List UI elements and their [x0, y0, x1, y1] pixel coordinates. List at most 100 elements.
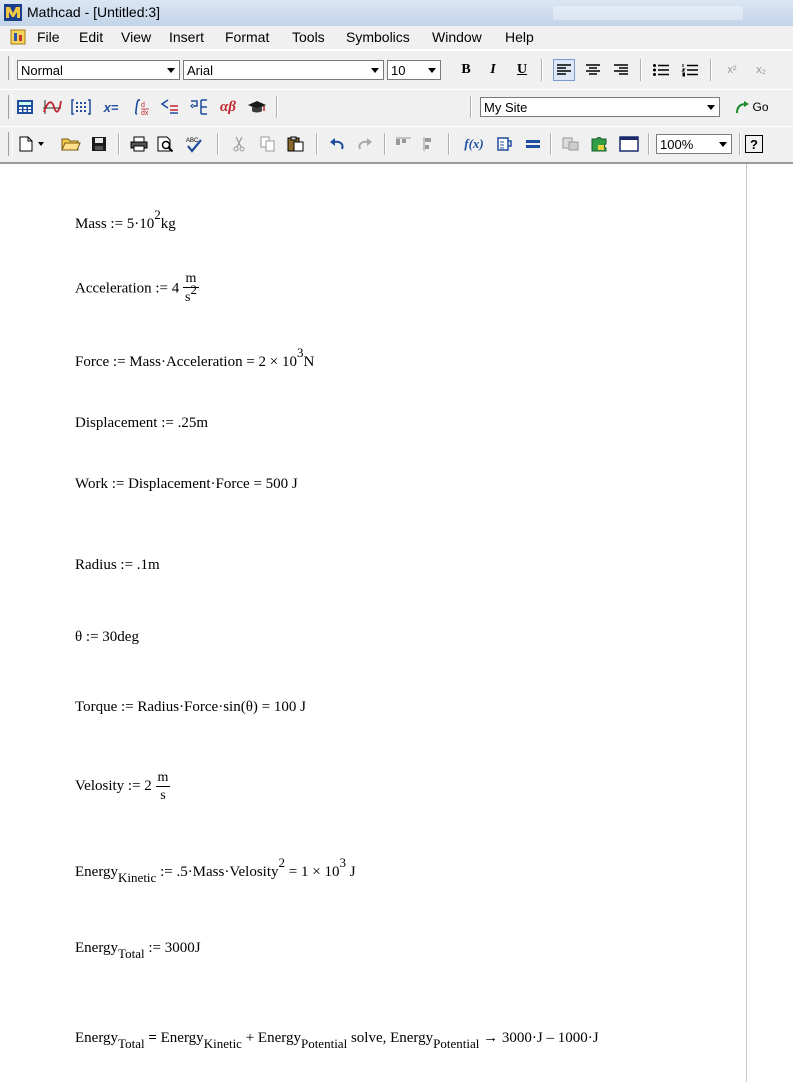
new-dropdown-button[interactable] — [35, 133, 47, 155]
theta-definition[interactable]: θ := 30deg — [75, 629, 139, 646]
greek-button[interactable]: αβ — [215, 96, 241, 118]
undo-button[interactable] — [326, 133, 348, 155]
style-select[interactable]: Normal — [17, 60, 180, 80]
symbolic-button[interactable] — [246, 96, 268, 118]
bold-button[interactable]: B — [455, 59, 477, 81]
evaluation-button[interactable]: x= — [98, 96, 124, 118]
toolbar-grip[interactable] — [8, 56, 13, 80]
kinetic-energy-definition[interactable]: EnergyKinetic := .5·Mass·Velosity2 = 1 ×… — [75, 855, 356, 885]
undo-icon — [330, 138, 344, 150]
toolbar-grip[interactable] — [8, 132, 13, 156]
boolean-button[interactable] — [159, 96, 181, 118]
help-button[interactable]: ? — [745, 135, 763, 153]
chevron-down-icon — [719, 142, 727, 147]
ek-unit: J — [345, 864, 356, 880]
boolean-icon — [160, 99, 178, 114]
displacement-definition[interactable]: Displacement := .25m — [75, 415, 208, 432]
matrix-button[interactable] — [70, 96, 92, 118]
solve-expression[interactable]: EnergyTotal = EnergyKinetic + EnergyPote… — [75, 1030, 599, 1051]
velocity-definition[interactable]: Velosity := 2 m s — [75, 769, 171, 804]
solve-e4: Energy — [390, 1030, 434, 1046]
go-label: Go — [752, 100, 769, 114]
go-arrow-icon — [736, 101, 750, 114]
ek-base: Energy — [75, 864, 119, 880]
menu-edit[interactable]: Edit — [79, 29, 103, 45]
worksheet[interactable]: Mass := 5·102kg Acceleration := 4 m s2 F… — [0, 162, 793, 1082]
numbering-button[interactable] — [679, 59, 701, 81]
acceleration-definition[interactable]: Acceleration := 4 m s2 — [75, 271, 199, 306]
bullets-button[interactable] — [650, 59, 672, 81]
menu-help[interactable]: Help — [505, 29, 534, 45]
toolbar-separator — [640, 59, 642, 81]
solve-s3: Potential — [300, 1036, 348, 1051]
mass-definition[interactable]: Mass := 5·102kg — [75, 207, 176, 233]
menu-view[interactable]: View — [121, 29, 151, 45]
force-definition[interactable]: Force := Mass·Acceleration = 2 × 103N — [75, 345, 314, 371]
new-button[interactable] — [15, 133, 37, 155]
italic-button[interactable]: I — [482, 59, 504, 81]
toolbar-separator — [541, 59, 543, 81]
et-subscript: Total — [118, 946, 145, 961]
go-button[interactable]: Go — [730, 96, 774, 118]
graph-button[interactable] — [41, 96, 63, 118]
toolbar-separator — [710, 59, 712, 81]
total-energy-definition[interactable]: EnergyTotal := 3000J — [75, 940, 201, 961]
toolbar-separator — [739, 133, 741, 155]
window-icon — [619, 136, 639, 152]
toolbar-separator — [276, 96, 278, 118]
paste-button[interactable] — [285, 133, 307, 155]
graduation-cap-icon — [248, 101, 266, 113]
align-left-button[interactable] — [553, 59, 575, 81]
open-button[interactable] — [60, 133, 82, 155]
underline-button[interactable]: U — [511, 59, 533, 81]
zoom-select[interactable]: 100% — [656, 134, 732, 154]
programming-button[interactable] — [188, 96, 210, 118]
copy-button[interactable] — [257, 133, 279, 155]
calculus-button[interactable]: d dx — [131, 96, 153, 118]
resource-center-button[interactable] — [588, 133, 610, 155]
velocity-unit-denominator: s — [160, 788, 166, 803]
window-button[interactable] — [618, 133, 640, 155]
document-menu-icon[interactable] — [9, 28, 29, 46]
font-select[interactable]: Arial — [183, 60, 384, 80]
spell-check-button[interactable]: ABC — [183, 133, 205, 155]
toolbar-separator — [217, 133, 219, 155]
menu-file[interactable]: File — [37, 29, 60, 45]
print-preview-button[interactable] — [155, 133, 177, 155]
chevron-down-icon — [428, 68, 436, 73]
print-button[interactable] — [128, 133, 150, 155]
align-down-button[interactable] — [418, 133, 440, 155]
chevron-down-icon — [707, 105, 715, 110]
superscript-button[interactable]: x² — [721, 59, 743, 81]
calculator-button[interactable] — [14, 96, 36, 118]
subscript-button[interactable]: x₂ — [750, 59, 772, 81]
calculate-button[interactable] — [522, 133, 544, 155]
save-button[interactable] — [88, 133, 110, 155]
ek-subscript: Kinetic — [118, 870, 157, 885]
menu-insert[interactable]: Insert — [169, 29, 204, 45]
torque-definition[interactable]: Torque := Radius·Force·sin(θ) = 100 J — [75, 699, 306, 716]
insert-function-button[interactable]: f(x) — [460, 133, 488, 155]
menu-format[interactable]: Format — [225, 29, 269, 45]
align-right-button[interactable] — [610, 59, 632, 81]
align-across-icon — [396, 137, 411, 145]
menu-window[interactable]: Window — [432, 29, 482, 45]
toolbar-grip[interactable] — [8, 95, 13, 119]
font-size-select[interactable]: 10 — [387, 60, 441, 80]
formatting-toolbar: Normal Arial 10 B I U x² x₂ — [0, 50, 793, 90]
cut-button[interactable] — [228, 133, 250, 155]
menu-symbolics[interactable]: Symbolics — [346, 29, 410, 45]
align-center-button[interactable] — [582, 59, 604, 81]
align-across-button[interactable] — [393, 133, 415, 155]
insert-component-button[interactable] — [560, 133, 582, 155]
equals-icon — [526, 140, 540, 148]
work-definition[interactable]: Work := Displacement·Force = 500 J — [75, 476, 298, 493]
redo-button[interactable] — [354, 133, 376, 155]
radius-definition[interactable]: Radius := .1m — [75, 557, 160, 574]
resource-site-select[interactable]: My Site — [480, 97, 720, 117]
matrix-icon — [71, 99, 91, 115]
insert-unit-button[interactable] — [494, 133, 516, 155]
bullet-list-icon — [653, 64, 669, 76]
window-title: Mathcad - [Untitled:3] — [27, 4, 161, 20]
menu-tools[interactable]: Tools — [292, 29, 325, 45]
